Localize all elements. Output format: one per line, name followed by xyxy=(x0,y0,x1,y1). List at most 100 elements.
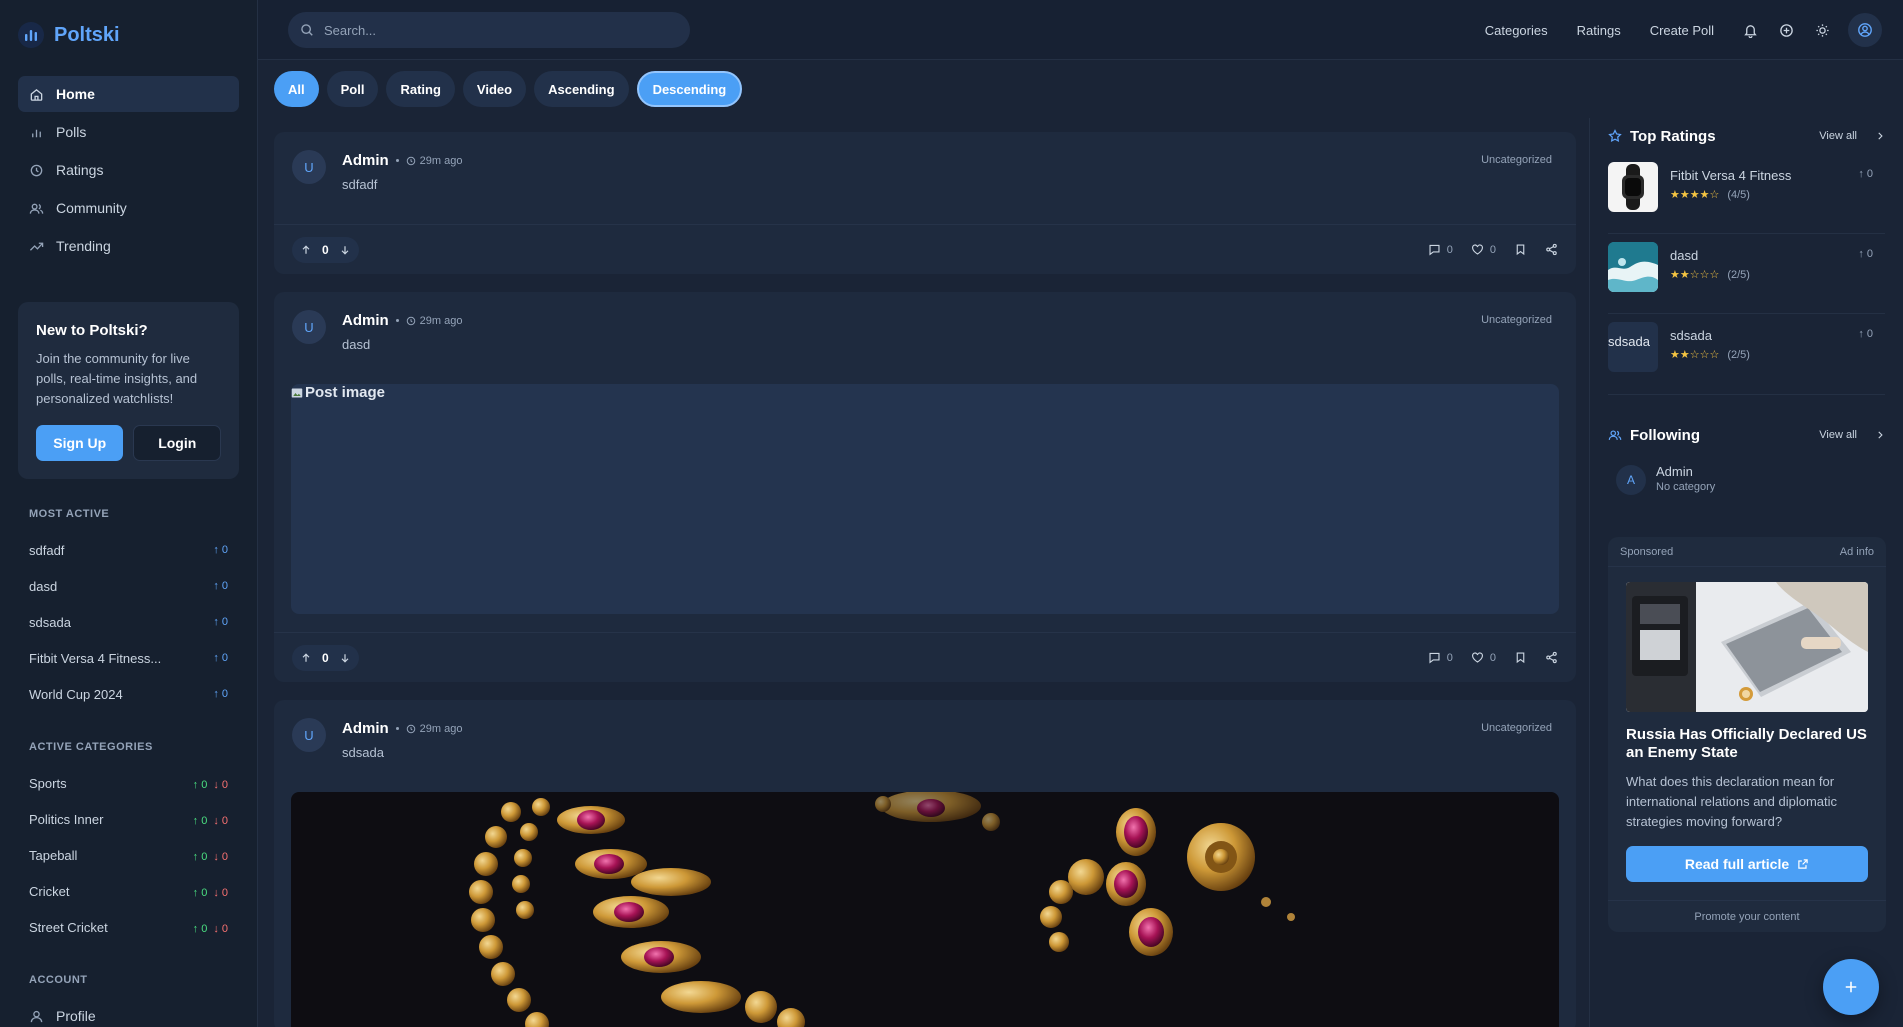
post-author[interactable]: Admin xyxy=(342,720,389,737)
nav-item-home[interactable]: Home xyxy=(18,76,239,112)
nav-item-community[interactable]: Community xyxy=(18,190,239,226)
category-item[interactable]: Street Cricket ↑ 0 ↓ 0 xyxy=(18,909,239,945)
following-item[interactable]: A Admin No category xyxy=(1608,453,1885,513)
following-view-all[interactable]: View all xyxy=(1819,429,1885,441)
star-rating: ★★☆☆☆ (2/5) xyxy=(1670,268,1750,282)
count-value: 0 xyxy=(1866,328,1873,340)
most-active-item[interactable]: World Cup 2024 ↑ 0 xyxy=(18,676,239,712)
read-article-button[interactable]: Read full article xyxy=(1626,846,1868,882)
nav-label: Polls xyxy=(56,124,87,140)
chevron-right-icon xyxy=(1875,131,1885,141)
nav-item-ratings[interactable]: Ratings xyxy=(18,152,239,188)
post-card[interactable]: U Admin 29m ago sdsada Uncategorized xyxy=(274,700,1576,1027)
nav-label: Home xyxy=(56,86,95,102)
top-ratings-view-all[interactable]: View all xyxy=(1819,130,1885,142)
time-label: 29m ago xyxy=(419,722,463,735)
login-button[interactable]: Login xyxy=(133,425,221,461)
post-category[interactable]: Uncategorized xyxy=(1481,154,1552,166)
up-value: 0 xyxy=(201,886,208,899)
comment-icon xyxy=(1428,243,1441,256)
ad-info-link[interactable]: Ad info xyxy=(1840,546,1874,558)
filter-all[interactable]: All xyxy=(274,71,319,107)
most-active-item[interactable]: Fitbit Versa 4 Fitness... ↑ 0 xyxy=(18,640,239,676)
post-image-jewelry[interactable] xyxy=(291,792,1559,1027)
post-feed: U Admin 29m ago sdfadf Uncategorized 0 0… xyxy=(274,132,1576,1027)
comment-count: 0 xyxy=(1446,651,1453,664)
like-button[interactable]: 0 xyxy=(1471,651,1496,664)
sort-ascending[interactable]: Ascending xyxy=(534,71,629,107)
most-active-item[interactable]: dasd ↑ 0 xyxy=(18,568,239,604)
user-icon xyxy=(29,1009,44,1024)
rating-item[interactable]: dasd ★★☆☆☆ (2/5) ↑ 0 xyxy=(1608,234,1885,314)
filter-bar: All Poll Rating Video Ascending Descendi… xyxy=(274,71,743,107)
rating-name: Fitbit Versa 4 Fitness xyxy=(1670,168,1792,183)
post-image[interactable]: Post image xyxy=(291,384,1559,614)
avatar[interactable]: U xyxy=(292,150,326,184)
category-votes: ↑ 0 ↓ 0 xyxy=(192,886,228,899)
post-card[interactable]: U Admin 29m ago sdfadf Uncategorized 0 0… xyxy=(274,132,1576,274)
filter-rating[interactable]: Rating xyxy=(386,71,455,107)
category-item[interactable]: Sports ↑ 0 ↓ 0 xyxy=(18,765,239,801)
up-value: 0 xyxy=(201,778,208,791)
floating-add-button[interactable] xyxy=(1823,959,1879,1015)
most-active-item[interactable]: sdsada ↑ 0 xyxy=(18,604,239,640)
category-item[interactable]: Politics Inner ↑ 0 ↓ 0 xyxy=(18,801,239,837)
share-icon[interactable] xyxy=(1545,243,1558,256)
most-active-heading: MOST ACTIVE xyxy=(29,508,110,520)
bookmark-icon[interactable] xyxy=(1514,243,1527,256)
category-item[interactable]: Tapeball ↑ 0 ↓ 0 xyxy=(18,837,239,873)
promote-link[interactable]: Promote your content xyxy=(1608,900,1886,932)
rating-item[interactable]: Fitbit Versa 4 Fitness ★★★★☆ (4/5) ↑ 0 xyxy=(1608,154,1885,234)
user-avatar-button[interactable] xyxy=(1848,13,1882,47)
top-link-ratings[interactable]: Ratings xyxy=(1577,23,1621,38)
top-link-create-poll[interactable]: Create Poll xyxy=(1650,23,1714,38)
nav-item-profile[interactable]: Profile xyxy=(18,998,239,1027)
post-text: sdsada xyxy=(342,745,384,760)
search-input[interactable] xyxy=(324,22,664,38)
downvote-icon[interactable] xyxy=(339,652,351,664)
sun-icon[interactable] xyxy=(1804,23,1840,38)
comment-button[interactable]: 0 xyxy=(1428,651,1453,664)
post-card[interactable]: U Admin 29m ago dasd Uncategorized Post … xyxy=(274,292,1576,682)
post-author[interactable]: Admin xyxy=(342,152,389,169)
home-icon xyxy=(29,87,44,102)
nav-item-trending[interactable]: Trending xyxy=(18,228,239,264)
nav-item-polls[interactable]: Polls xyxy=(18,114,239,150)
share-icon[interactable] xyxy=(1545,651,1558,664)
post-author[interactable]: Admin xyxy=(342,312,389,329)
bell-icon[interactable] xyxy=(1732,23,1768,38)
logo[interactable]: Poltski xyxy=(18,0,239,70)
ad-image[interactable] xyxy=(1626,582,1868,712)
plus-circle-icon[interactable] xyxy=(1768,23,1804,38)
avatar[interactable]: U xyxy=(292,310,326,344)
top-link-categories[interactable]: Categories xyxy=(1485,23,1548,38)
signup-button[interactable]: Sign Up xyxy=(36,425,124,461)
star-rating: ★★☆☆☆ (2/5) xyxy=(1670,348,1750,362)
bookmark-icon[interactable] xyxy=(1514,651,1527,664)
post-category[interactable]: Uncategorized xyxy=(1481,722,1552,734)
filter-video[interactable]: Video xyxy=(462,71,527,107)
upvote-icon[interactable] xyxy=(300,244,312,256)
avatar[interactable]: U xyxy=(292,718,326,752)
join-text: Join the community for live polls, real-… xyxy=(36,351,198,406)
most-active-item[interactable]: sdfadf ↑ 0 xyxy=(18,532,239,568)
category-item[interactable]: Cricket ↑ 0 ↓ 0 xyxy=(18,873,239,909)
comment-button[interactable]: 0 xyxy=(1428,243,1453,256)
search-bar[interactable] xyxy=(288,12,690,48)
ad-title[interactable]: Russia Has Officially Declared US an Ene… xyxy=(1626,726,1868,762)
down-value: 0 xyxy=(221,850,228,863)
upvote-icon[interactable] xyxy=(300,652,312,664)
app-name: Poltski xyxy=(54,23,120,46)
rating-item[interactable]: sdsada sdsada ★★☆☆☆ (2/5) ↑ 0 xyxy=(1608,314,1885,394)
sort-descending[interactable]: Descending xyxy=(636,71,743,107)
post-category[interactable]: Uncategorized xyxy=(1481,314,1552,326)
filter-poll[interactable]: Poll xyxy=(326,71,379,107)
downvote-icon[interactable] xyxy=(339,244,351,256)
comment-icon xyxy=(1428,651,1441,664)
ad-text: What does this declaration mean for inte… xyxy=(1626,774,1838,829)
rating-score: (4/5) xyxy=(1727,188,1750,201)
external-link-icon xyxy=(1797,858,1809,870)
count-value: 0 xyxy=(1866,168,1873,180)
like-button[interactable]: 0 xyxy=(1471,243,1496,256)
item-label: dasd xyxy=(29,578,58,594)
